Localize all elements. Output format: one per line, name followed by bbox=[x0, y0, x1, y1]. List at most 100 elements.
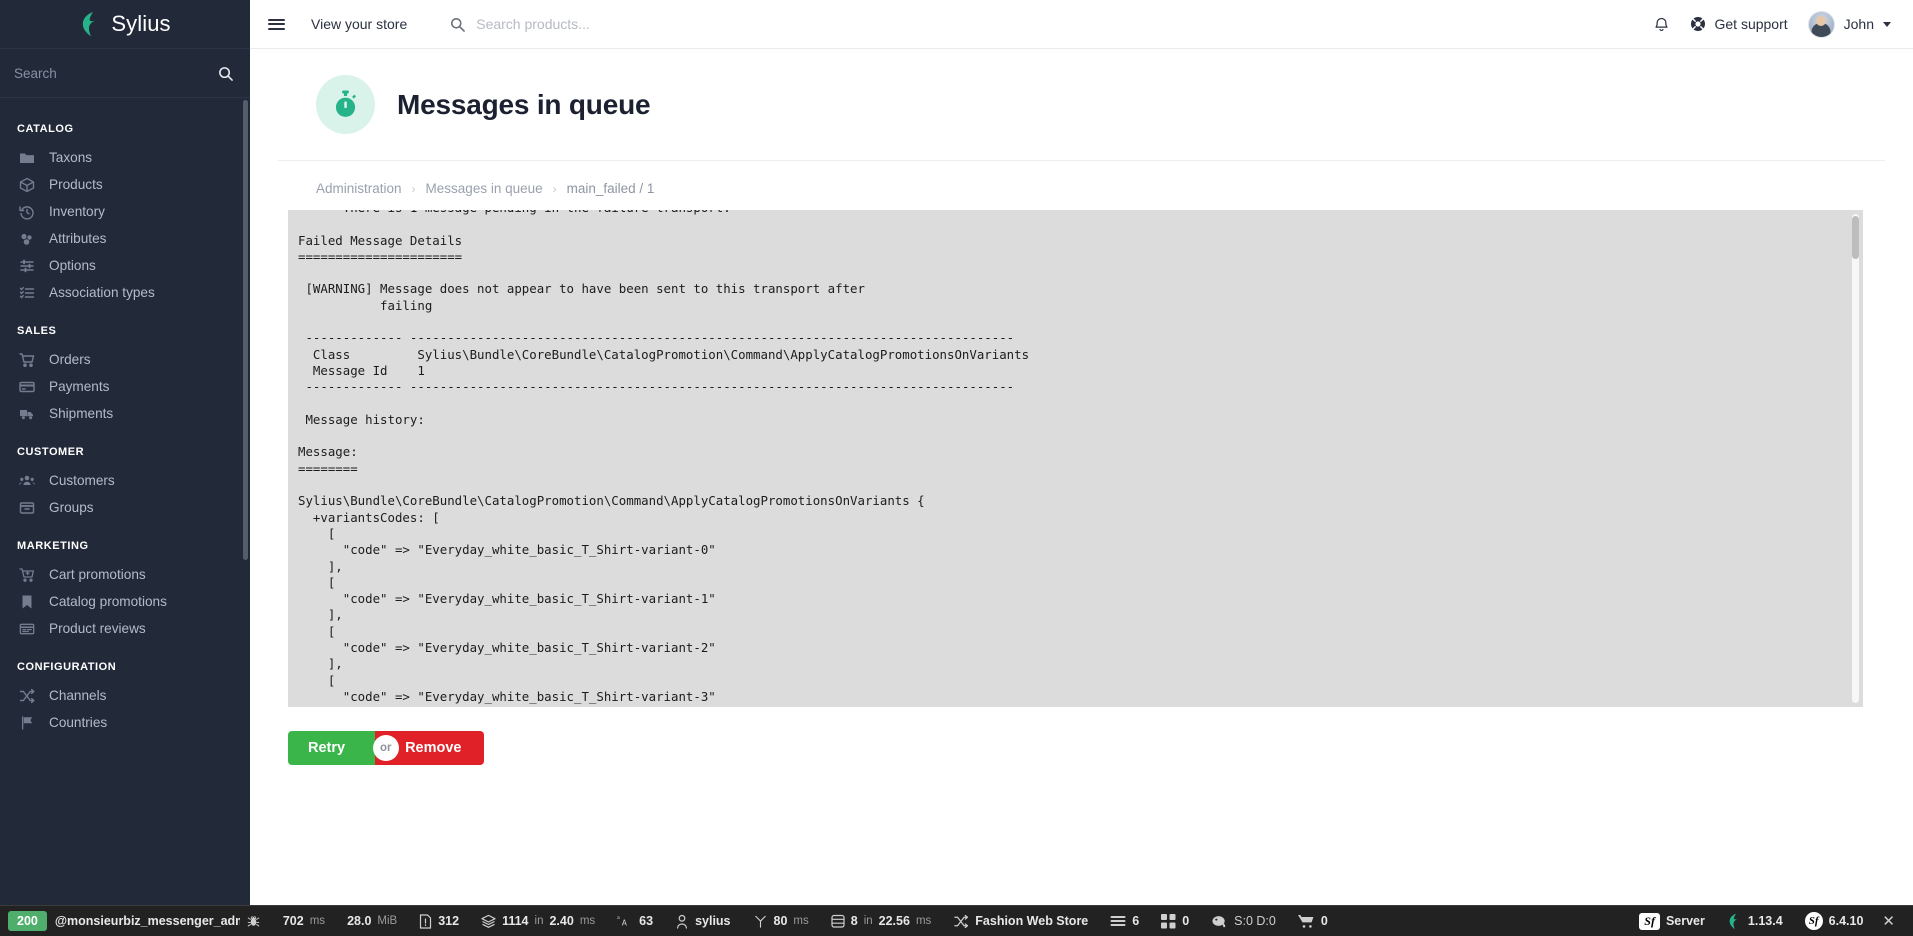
shuffle-icon bbox=[18, 687, 36, 705]
avatar bbox=[1807, 10, 1835, 38]
breadcrumb-item-administration[interactable]: Administration bbox=[316, 181, 402, 196]
attributes-icon bbox=[18, 230, 36, 248]
db-in-label: in bbox=[863, 915, 873, 927]
sidebar-item-label: Orders bbox=[49, 351, 91, 367]
sidebar-item-label: Channels bbox=[49, 687, 107, 703]
sidebar-search-input[interactable] bbox=[14, 65, 210, 81]
time-value: 702 bbox=[282, 914, 304, 928]
page-title: Messages in queue bbox=[397, 88, 651, 120]
sidebar-item-catalog-promotions[interactable]: Catalog promotions bbox=[0, 588, 250, 615]
review-icon bbox=[18, 620, 36, 638]
symfony-badge-icon: Sf bbox=[1639, 912, 1660, 930]
sidebar-item-taxons[interactable]: Taxons bbox=[0, 144, 250, 171]
layers-icon bbox=[481, 914, 496, 929]
console-output[interactable]: There is 1 message pending in the failur… bbox=[288, 210, 1863, 707]
folder-icon bbox=[18, 149, 36, 167]
sidebar-item-orders[interactable]: Orders bbox=[0, 346, 250, 373]
database-icon bbox=[831, 914, 845, 929]
sidebar-search[interactable] bbox=[0, 49, 250, 98]
elephant-sd-label: S:0 D:0 bbox=[1234, 914, 1276, 928]
bell-icon[interactable] bbox=[1653, 16, 1670, 33]
sidebar-item-association-types[interactable]: Association types bbox=[0, 279, 250, 306]
channel-item[interactable]: Fashion Web Store bbox=[942, 906, 1099, 936]
nav-section-marketing: MARKETING bbox=[17, 540, 89, 552]
cart-icon bbox=[18, 351, 36, 369]
retry-remove-group: Retry Remove or bbox=[288, 731, 484, 765]
svg-text:ᵃ: ᵃ bbox=[617, 914, 620, 923]
route-item[interactable]: @monsieurbiz_messenger_admin_me bbox=[51, 906, 272, 936]
console-scrollbar[interactable] bbox=[1852, 214, 1859, 703]
translation-icon: ᵃA bbox=[617, 914, 633, 929]
bookmark-icon bbox=[18, 593, 36, 611]
console-scrollbar-thumb[interactable] bbox=[1852, 216, 1859, 259]
server-item[interactable]: Sf Server bbox=[1628, 906, 1716, 936]
sidebar-item-shipments[interactable]: Shipments bbox=[0, 400, 250, 427]
http-status-badge[interactable]: 200 bbox=[8, 911, 47, 931]
page-header: Messages in queue bbox=[278, 49, 1885, 161]
elephant-item[interactable]: S:0 D:0 bbox=[1200, 906, 1287, 936]
sidebar-item-customers[interactable]: Customers bbox=[0, 467, 250, 494]
hamburger-icon[interactable] bbox=[250, 0, 302, 49]
breadcrumb-item-messages-in-queue[interactable]: Messages in queue bbox=[426, 181, 543, 196]
database-item[interactable]: 8 in 22.56 ms bbox=[820, 906, 943, 936]
symfony-circle-icon: Sf bbox=[1804, 912, 1823, 930]
route-name: @monsieurbiz_messenger_admin_me bbox=[54, 914, 240, 928]
breadcrumb-separator: › bbox=[552, 181, 557, 196]
sidebar-item-options[interactable]: Options bbox=[0, 252, 250, 279]
user-menu[interactable]: John bbox=[1807, 10, 1891, 38]
templates-item[interactable]: 1114 in 2.40 ms bbox=[470, 906, 606, 936]
sidebar-item-payments[interactable]: Payments bbox=[0, 373, 250, 400]
sidebar-scrollbar[interactable] bbox=[243, 100, 248, 560]
form-unit: ms bbox=[793, 915, 809, 927]
main-area: View your store Search products... Get s… bbox=[250, 0, 1913, 936]
channel-name: Fashion Web Store bbox=[975, 914, 1089, 928]
sidebar-item-products[interactable]: Products bbox=[0, 171, 250, 198]
translation-item[interactable]: ᵃA 63 bbox=[606, 906, 664, 936]
search-input[interactable] bbox=[476, 16, 807, 32]
remove-button[interactable]: Remove bbox=[375, 731, 484, 765]
lines-icon bbox=[1110, 914, 1126, 928]
product-search[interactable] bbox=[450, 16, 1653, 32]
search-icon[interactable] bbox=[218, 66, 233, 81]
db-queries: 8 bbox=[850, 914, 858, 928]
close-icon[interactable]: ✕ bbox=[1874, 912, 1903, 930]
grid-item[interactable]: 0 bbox=[1150, 906, 1200, 936]
brand-logo-block[interactable]: Sylius bbox=[0, 0, 250, 49]
symfony-version-item[interactable]: Sf 6.4.10 bbox=[1794, 906, 1875, 936]
search-icon bbox=[450, 17, 466, 32]
topbar: View your store Search products... Get s… bbox=[250, 0, 1913, 49]
cart-icon bbox=[1297, 914, 1315, 929]
nav-section-configuration: CONFIGURATION bbox=[17, 661, 117, 673]
symfony-debug-toolbar: 200 @monsieurbiz_messenger_admin_me 702 … bbox=[0, 905, 1913, 936]
memory-value: 28.0 bbox=[347, 914, 372, 928]
nav-section-catalog: CATALOG bbox=[17, 123, 74, 135]
sidebar-item-channels[interactable]: Channels bbox=[0, 682, 250, 709]
memory-unit: MiB bbox=[377, 915, 398, 927]
memory-item[interactable]: 28.0 MiB bbox=[336, 906, 408, 936]
sidebar-item-product-reviews[interactable]: Product reviews bbox=[0, 615, 250, 642]
time-item[interactable]: 702 ms bbox=[272, 906, 336, 936]
truck-icon bbox=[18, 405, 36, 423]
form-item[interactable]: 80 ms bbox=[742, 906, 820, 936]
file-item[interactable]: 312 bbox=[408, 906, 470, 936]
form-icon bbox=[753, 914, 768, 929]
cart-item[interactable]: 0 bbox=[1287, 906, 1339, 936]
view-your-store-link[interactable]: View your store bbox=[302, 16, 416, 32]
time-unit: ms bbox=[309, 915, 326, 927]
sidebar-item-countries[interactable]: Countries bbox=[0, 709, 250, 736]
user-name: sylius bbox=[695, 914, 731, 928]
sidebar-item-attributes[interactable]: Attributes bbox=[0, 225, 250, 252]
sylius-version-item[interactable]: 1.13.4 bbox=[1716, 906, 1794, 936]
box-icon bbox=[18, 176, 36, 194]
templates-time: 2.40 bbox=[549, 914, 574, 928]
get-support-link[interactable]: Get support bbox=[1690, 16, 1788, 32]
symfony-version: 6.4.10 bbox=[1828, 914, 1864, 928]
form-time: 80 bbox=[773, 914, 788, 928]
sidebar-item-inventory[interactable]: Inventory bbox=[0, 198, 250, 225]
spider-icon bbox=[246, 914, 261, 929]
user-item[interactable]: sylius bbox=[664, 906, 741, 936]
sidebar-item-groups[interactable]: Groups bbox=[0, 494, 250, 521]
lines-item[interactable]: 6 bbox=[1099, 906, 1150, 936]
retry-button[interactable]: Retry bbox=[288, 731, 376, 765]
sidebar-item-cart-promotions[interactable]: Cart promotions bbox=[0, 561, 250, 588]
